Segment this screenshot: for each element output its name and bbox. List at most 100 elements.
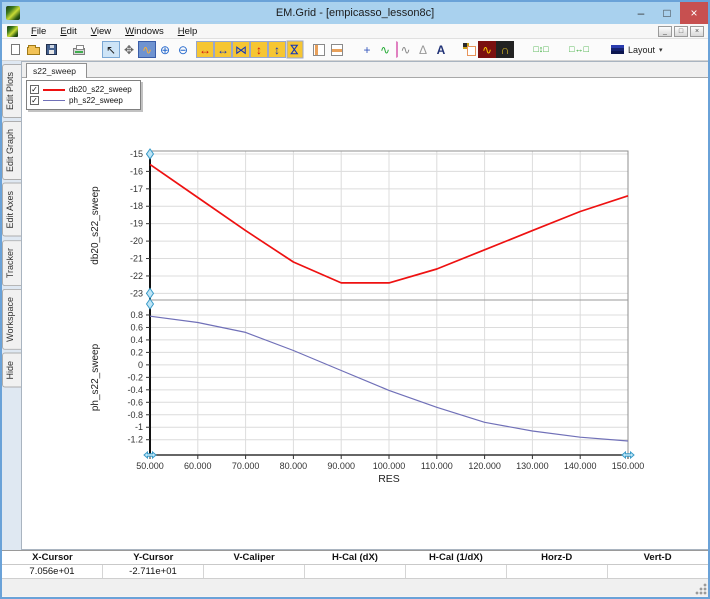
delta-caliper-button[interactable]: Δ	[414, 41, 432, 58]
dark-plot-style-button[interactable]: ∿	[478, 41, 496, 58]
mdi-window-controls: _ □ ×	[658, 26, 708, 37]
expand-y-axis-button[interactable]: ↕	[250, 41, 268, 58]
svg-text:70.000: 70.000	[232, 461, 260, 471]
svg-text:90.000: 90.000	[327, 461, 355, 471]
svg-text:110.000: 110.000	[421, 461, 453, 471]
print-button[interactable]	[70, 41, 88, 58]
maximize-button[interactable]: □	[654, 2, 680, 24]
gauss-plot-style-button[interactable]: ∩	[496, 41, 514, 58]
zoom-out-icon: ⊖	[178, 44, 188, 56]
left-axis-panel-icon	[313, 44, 325, 56]
plot-panel: s22_sweep ✓db20_s22_sweep✓ ph_s22_sweep -…	[21, 61, 708, 550]
save-button[interactable]	[42, 41, 60, 58]
h-align-group-button[interactable]: □↔□	[564, 41, 594, 58]
side-tab-strip: Edit Plots Edit Graph Edit Axes Tracker Work…	[2, 61, 21, 550]
menu-item-file[interactable]: File	[24, 25, 53, 38]
legend-item[interactable]: ✓ ph_s22_sweep	[30, 95, 132, 106]
zoom-in-button[interactable]: ⊕	[156, 41, 174, 58]
spread-x-axis-button[interactable]: ↔	[214, 41, 232, 58]
mdi-close-button[interactable]: ×	[690, 26, 704, 37]
pointer-tool-button[interactable]: ↖	[102, 41, 120, 58]
left-axis-panel-button[interactable]	[310, 41, 328, 58]
svg-text:50.000: 50.000	[136, 461, 164, 471]
bottom-axis-panel-icon	[331, 44, 343, 56]
pointer-tool-icon: ↖	[106, 44, 116, 56]
svg-text:-22: -22	[130, 271, 143, 281]
legend-label: ph_s22_sweep	[69, 96, 123, 105]
resize-grip[interactable]	[695, 583, 707, 595]
side-tab-edit-graph[interactable]: Edit Graph	[2, 121, 21, 180]
tracker-curve-button[interactable]: ∿	[376, 41, 394, 58]
gauss-plot-style-icon: ∩	[501, 44, 510, 56]
plot-canvas[interactable]: -15-16-17-18-19-20-21-22-230.80.60.40.20…	[22, 78, 708, 550]
toolbar: ↖✥∿⊕⊖↔↔⋈↕↕⋈+∿∿ΔA∿∩□↕□□↔□Layout▾	[2, 39, 708, 61]
legend-item[interactable]: ✓db20_s22_sweep	[30, 84, 132, 95]
cross-cursor-button[interactable]: +	[358, 41, 376, 58]
svg-text:ph_s22_sweep: ph_s22_sweep	[90, 343, 101, 411]
plot-legend[interactable]: ✓db20_s22_sweep✓ ph_s22_sweep	[26, 80, 141, 110]
inset-plot-button[interactable]	[460, 41, 478, 58]
layout-menu-button[interactable]: Layout▾	[606, 41, 668, 58]
close-button[interactable]: ×	[680, 2, 708, 24]
caliper-curve-button[interactable]: ∿	[396, 41, 414, 58]
v-align-group-icon: □↕□	[533, 45, 548, 54]
svg-text:0.4: 0.4	[130, 335, 143, 345]
document-logo-icon	[7, 26, 18, 37]
menu-item-windows[interactable]: Windows	[118, 25, 171, 38]
expand-y-axis-icon: ↕	[256, 44, 262, 56]
layout-icon	[611, 45, 624, 54]
side-tab-hide[interactable]: Hide	[2, 353, 21, 388]
menu-items: FileEditViewWindowsHelp	[24, 25, 204, 38]
app-window: EM.Grid - [empicasso_lesson8c] – □ × Fil…	[0, 0, 710, 599]
delta-caliper-icon: Δ	[419, 44, 427, 56]
svg-text:-17: -17	[130, 184, 143, 194]
legend-checkbox[interactable]: ✓	[30, 85, 39, 94]
mdi-restore-button[interactable]: □	[674, 26, 688, 37]
chevron-down-icon: ▾	[659, 46, 663, 54]
pan-tool-button[interactable]: ✥	[120, 41, 138, 58]
bottom-axis-panel-button[interactable]	[328, 41, 346, 58]
legend-checkbox[interactable]: ✓	[30, 96, 39, 105]
svg-text:80.000: 80.000	[280, 461, 308, 471]
side-tab-edit-axes[interactable]: Edit Axes	[2, 183, 21, 237]
zoom-out-button[interactable]: ⊖	[174, 41, 192, 58]
open-file-button[interactable]	[24, 41, 42, 58]
window-controls: – □ ×	[628, 2, 708, 24]
svg-text:-21: -21	[130, 254, 143, 264]
menu-item-help[interactable]: Help	[171, 25, 205, 38]
side-tab-workspace[interactable]: Workspace	[2, 289, 21, 350]
status-value-cell	[204, 565, 305, 579]
text-annotation-button[interactable]: A	[432, 41, 450, 58]
tab-s22-sweep[interactable]: s22_sweep	[26, 63, 87, 78]
side-tab-tracker[interactable]: Tracker	[2, 240, 21, 286]
compress-x-axis-button[interactable]: ⋈	[232, 41, 250, 58]
print-icon	[73, 48, 85, 55]
spread-y-axis-button[interactable]: ↕	[268, 41, 286, 58]
plot-mode-icon: ∿	[142, 44, 152, 56]
minimize-button[interactable]: –	[628, 2, 654, 24]
expand-x-axis-button[interactable]: ↔	[196, 41, 214, 58]
legend-line-sample	[43, 100, 65, 101]
status-value-cell	[608, 565, 708, 579]
svg-text:-0.4: -0.4	[127, 385, 143, 395]
side-tab-edit-plots[interactable]: Edit Plots	[2, 64, 21, 118]
compress-y-axis-button[interactable]: ⋈	[287, 41, 304, 59]
document-tab-bar: s22_sweep	[22, 62, 708, 78]
new-file-button[interactable]	[6, 41, 24, 58]
dark-plot-style-icon: ∿	[482, 44, 492, 56]
svg-text:-0.8: -0.8	[127, 410, 143, 420]
svg-text:140.000: 140.000	[564, 461, 597, 471]
mdi-minimize-button[interactable]: _	[658, 26, 672, 37]
menu-item-view[interactable]: View	[84, 25, 118, 38]
content-area: Edit Plots Edit Graph Edit Axes Tracker Work…	[2, 61, 708, 550]
v-align-group-button[interactable]: □↕□	[526, 41, 556, 58]
compress-y-axis-icon: ⋈	[289, 44, 301, 56]
legend-line-sample	[43, 89, 65, 91]
new-file-icon	[11, 44, 20, 55]
plot-mode-button[interactable]: ∿	[138, 41, 156, 58]
menu-item-edit[interactable]: Edit	[53, 25, 83, 38]
compress-x-axis-icon: ⋈	[235, 44, 247, 56]
expand-x-axis-icon: ↔	[199, 44, 211, 56]
svg-text:120.000: 120.000	[468, 461, 501, 471]
status-value-cell: 7.056e+01	[2, 565, 103, 579]
